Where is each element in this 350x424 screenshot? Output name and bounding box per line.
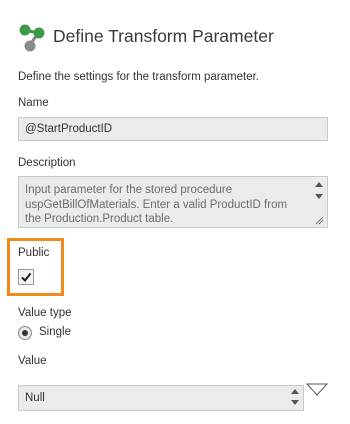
scroll-up-arrow-icon[interactable] (315, 182, 323, 187)
value-type-label: Value type (18, 307, 72, 319)
value-input-text: Null (25, 392, 45, 404)
public-checkbox[interactable] (18, 269, 34, 285)
transform-parameter-icon (19, 24, 45, 52)
description-textarea[interactable]: Input parameter for the stored procedure… (18, 176, 328, 228)
description-scrollbar[interactable] (312, 178, 326, 226)
value-type-single-radio[interactable] (18, 326, 32, 340)
name-label: Name (18, 97, 49, 109)
value-spinner[interactable] (288, 387, 302, 409)
intro-text: Define the settings for the transform pa… (18, 71, 259, 83)
description-text: Input parameter for the stored procedure… (25, 184, 288, 225)
spin-up-arrow-icon[interactable] (291, 389, 299, 394)
value-label: Value (18, 355, 47, 367)
value-dropdown-icon[interactable] (306, 383, 328, 397)
resize-grip-icon[interactable] (314, 215, 324, 225)
description-label: Description (18, 157, 76, 169)
public-label: Public (18, 247, 50, 259)
radio-selected-dot (22, 330, 28, 336)
value-type-single-label[interactable]: Single (39, 326, 71, 338)
dialog-header: Define Transform Parameter (18, 22, 338, 54)
dialog-title: Define Transform Parameter (53, 26, 274, 46)
checkmark-icon (21, 272, 32, 283)
value-input[interactable]: Null (18, 385, 304, 411)
spin-down-arrow-icon[interactable] (291, 400, 299, 405)
scroll-down-arrow-icon[interactable] (315, 194, 323, 199)
name-input[interactable]: @StartProductID (18, 117, 328, 141)
